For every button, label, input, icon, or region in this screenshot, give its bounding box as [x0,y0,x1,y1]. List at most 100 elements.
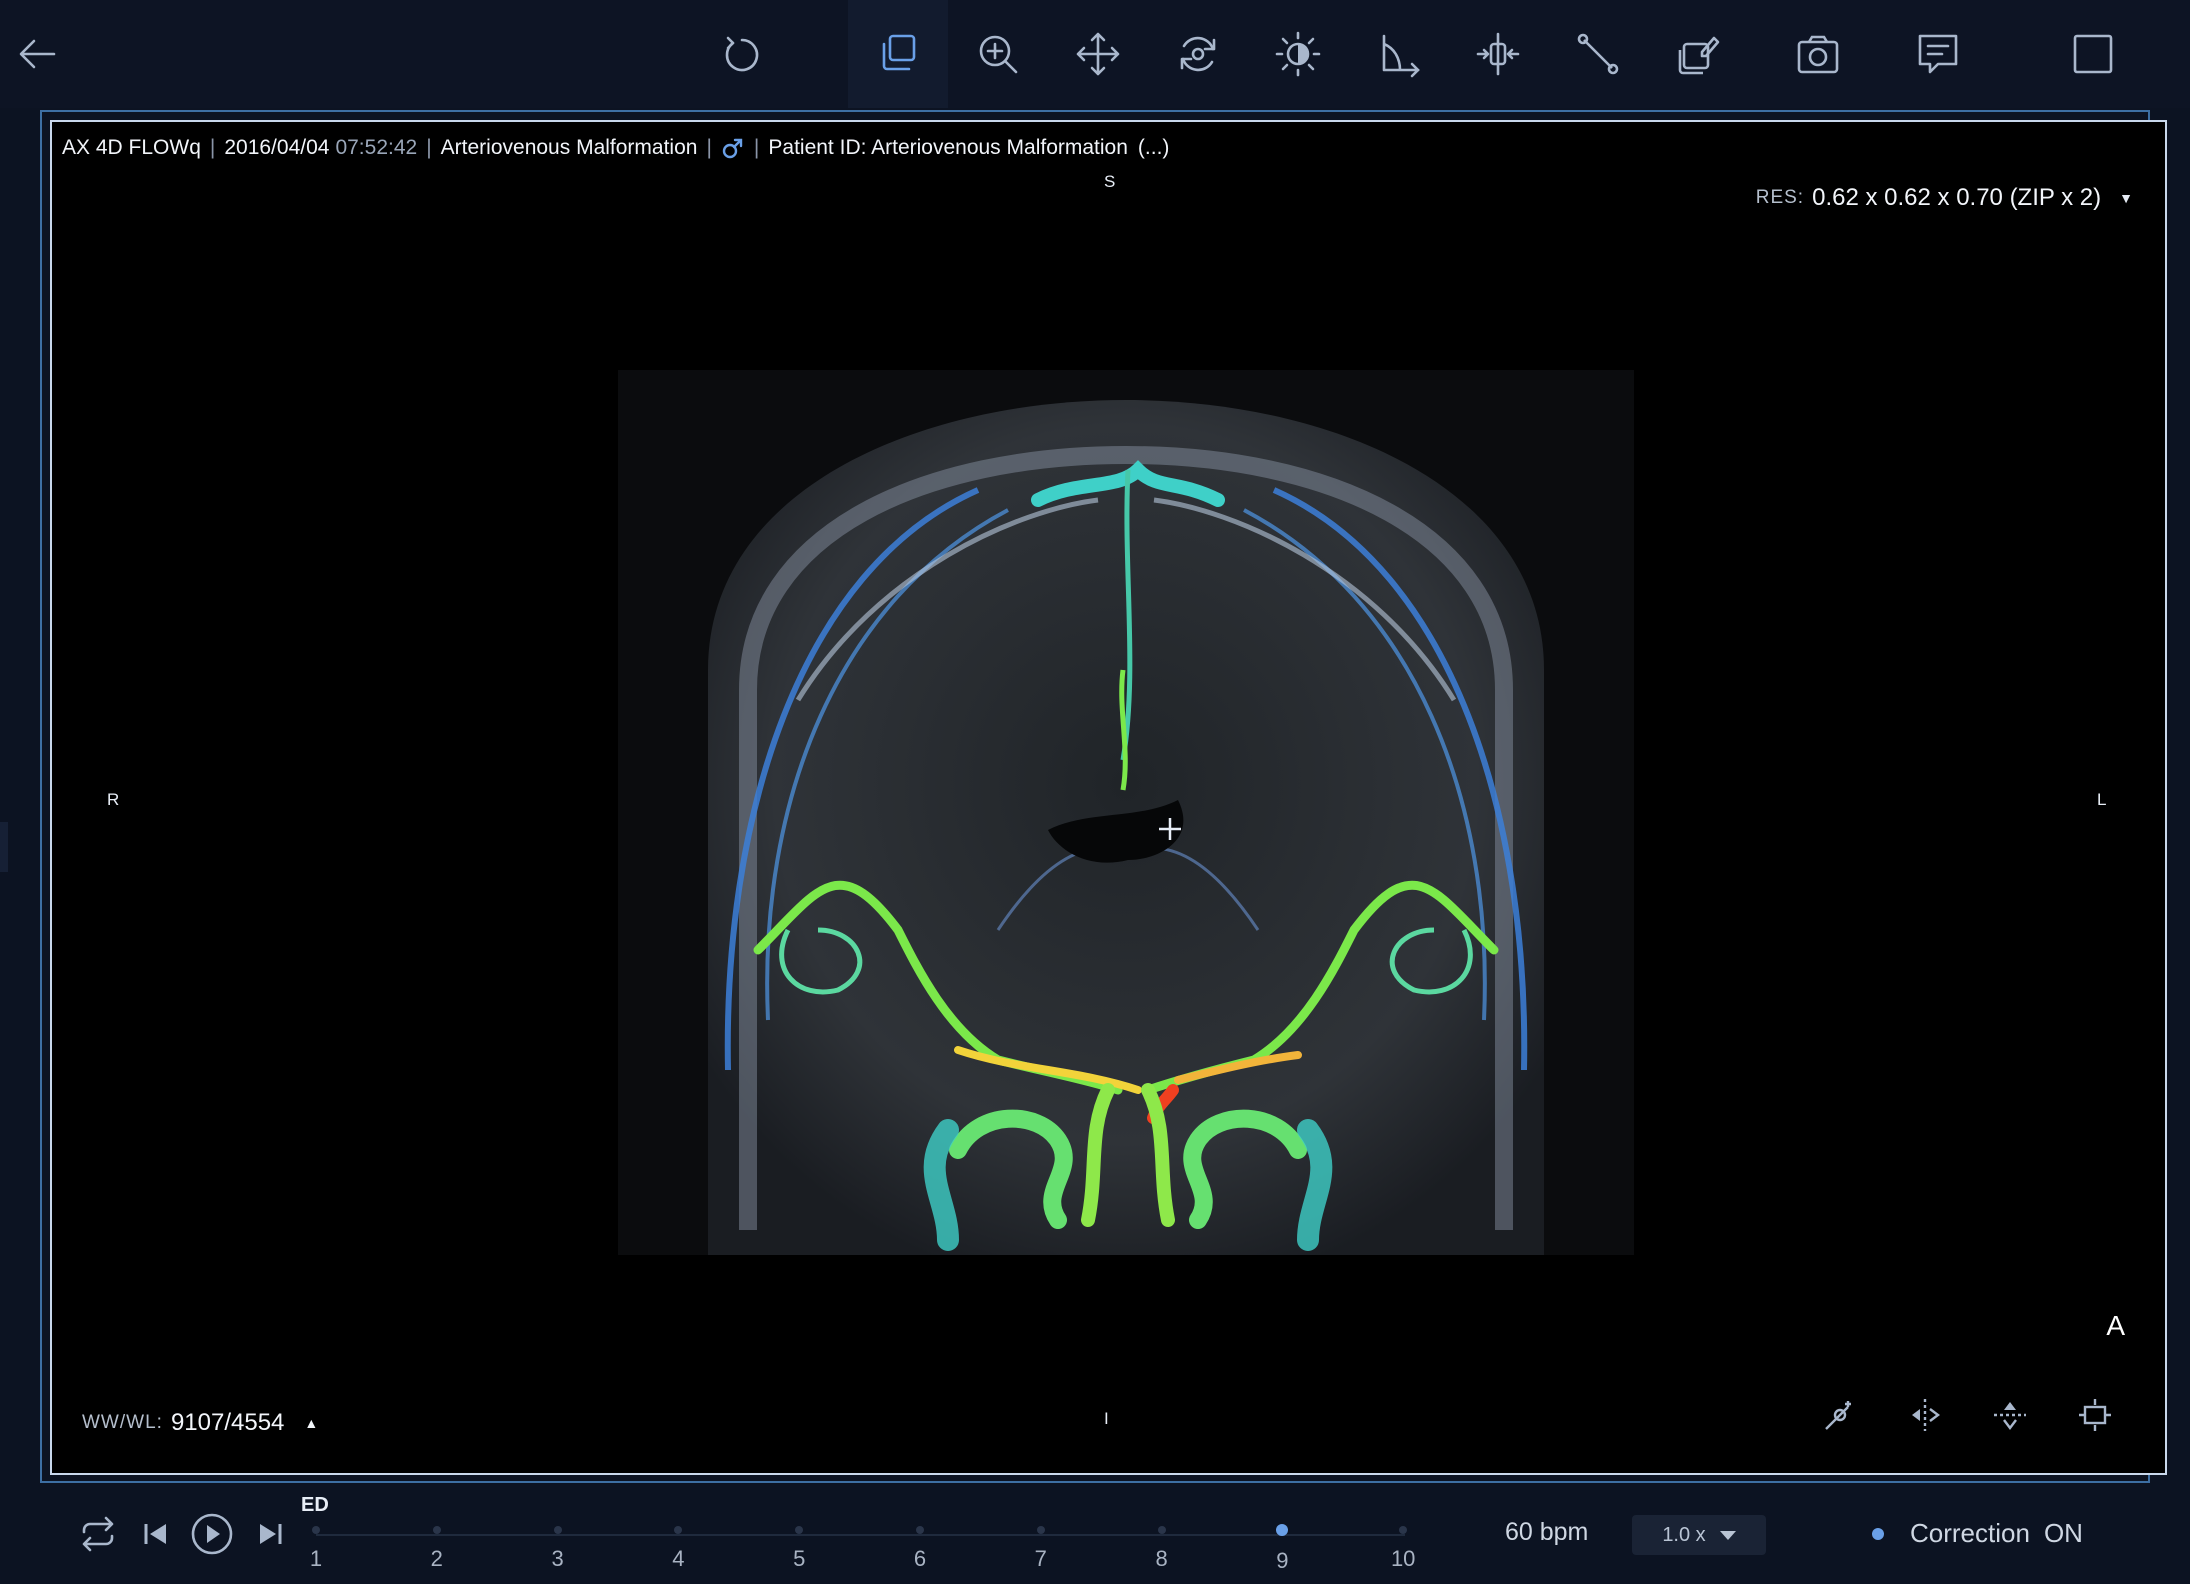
layout-square-icon [2073,34,2113,74]
frame-marker[interactable]: 10 [1383,1526,1423,1572]
side-panel-handle[interactable] [0,822,8,872]
frame-marker[interactable]: 5 [779,1526,819,1572]
comment-icon [1918,34,1958,74]
frame-marker[interactable]: 3 [538,1526,578,1572]
orientation-bottom: I [1104,1409,1109,1428]
frame-dot [916,1526,924,1534]
angle-button[interactable] [1348,0,1448,108]
flip-horizontal-button[interactable] [1897,1387,1953,1443]
copy-stack-button[interactable] [848,0,948,108]
pan-button[interactable] [1048,0,1148,108]
resolution-selector[interactable]: RES: 0.62 x 0.62 x 0.70 (ZIP x 2) ▼ [1756,184,2133,212]
frame-track[interactable] [316,1534,1405,1536]
series-name: AX 4D FLOWq [62,136,201,159]
brightness-icon [1275,31,1321,77]
speed-selector[interactable]: 1.0 x [1632,1515,1766,1555]
pan-icon [1076,32,1120,76]
flip-vertical-icon [1994,1402,2026,1430]
measure-line-icon [1577,33,1619,75]
orientation-corner: A [2106,1310,2125,1341]
orientation-left: R [107,790,120,809]
dropdown-caret-icon: ▼ [2119,190,2133,206]
frame-dot [674,1526,683,1534]
image-viewport[interactable]: AX 4D FLOWq | 2016/04/04 07:52:42 | Arte… [50,120,2167,1475]
previous-frame-button[interactable] [130,1504,182,1564]
correction-label: Correction [1910,1518,2030,1548]
chevron-down-icon [1719,1530,1736,1540]
frame-marker[interactable]: 6 [900,1526,940,1572]
play-icon [191,1513,233,1555]
frame-marker[interactable]: 7 [1021,1526,1061,1572]
fit-view-button[interactable] [2067,1387,2123,1443]
patient-id: Patient ID: Arteriovenous Malformation [768,136,1128,159]
frame-number: 3 [551,1546,564,1571]
probe-icon [1825,1401,1851,1430]
speed-value: 1.0 x [1662,1523,1706,1546]
frame-number: 5 [793,1546,806,1571]
measure-button[interactable] [1548,0,1648,108]
orientation-top: S [1104,172,1116,191]
skip-back-icon [144,1524,166,1544]
layout-button[interactable] [2043,0,2143,108]
correction-toggle[interactable]: Correction ON [1872,1518,2083,1549]
male-icon [722,138,743,159]
frame-dot [432,1526,441,1534]
loop-button[interactable] [72,1504,124,1564]
comment-button[interactable] [1888,0,1988,108]
copy-stack-icon [882,34,916,71]
correction-state: ON [2043,1518,2083,1548]
brightness-button[interactable] [1248,0,1348,108]
frame-number: 2 [430,1546,443,1571]
split-icon [1476,32,1520,76]
reset-icon [725,36,759,72]
frame-number: 1 [309,1546,323,1571]
flip-vertical-button[interactable] [1982,1387,2038,1443]
study-description: Arteriovenous Malformation [440,136,698,159]
caret-up-icon: ▲ [304,1415,319,1431]
frame-dot [1399,1526,1408,1534]
next-frame-button[interactable] [244,1504,296,1564]
series-info-bar: AX 4D FLOWq | 2016/04/04 07:52:42 | Arte… [62,136,1170,160]
frame-marker[interactable]: 4 [658,1526,698,1572]
frame-marker[interactable]: 2 [417,1526,457,1572]
back-arrow-icon [19,39,56,69]
angiography-render[interactable] [618,370,1634,1255]
flip-horizontal-icon [1912,1399,1940,1431]
orientation-right: L [2097,790,2107,809]
zoom-button[interactable] [948,0,1048,108]
play-button[interactable] [186,1504,238,1564]
camera-icon [1797,35,1839,74]
study-date: 2016/04/04 [224,136,330,159]
frame-dot [312,1526,320,1534]
back-button[interactable] [0,0,88,108]
loop-icon [82,1516,114,1552]
window-level-value: 9107/4554 [170,1409,285,1436]
frame-number: 9 [1276,1548,1289,1573]
frame-marker[interactable]: 8 [1142,1526,1182,1572]
phase-label: ED [301,1494,329,1516]
layers-edit-button[interactable] [1648,0,1748,108]
resolution-label: RES: [1755,187,1805,208]
frame-marker[interactable]: 1 [296,1526,336,1572]
probe-button[interactable] [1812,1387,1868,1443]
split-button[interactable] [1448,0,1548,108]
study-time: 07:52:42 [335,136,418,159]
angle-icon [1382,34,1420,78]
window-level-selector[interactable]: WW/WL: 9107/4554 ▲ [82,1409,318,1437]
frame-number: 4 [672,1546,685,1571]
reset-button[interactable] [692,0,792,108]
main-toolbar [0,0,2190,108]
frame-number: 6 [913,1546,927,1571]
heart-rate: 60 bpm [1505,1518,1589,1546]
more-info-button[interactable]: (...) [1138,136,1170,160]
fit-view-icon [2079,1399,2111,1431]
rotate-3d-button[interactable] [1148,0,1248,108]
window-level-label: WW/WL: [82,1412,163,1433]
snapshot-button[interactable] [1768,0,1868,108]
resolution-value: 0.62 x 0.62 x 0.70 (ZIP x 2) [1812,184,2102,211]
frame-number: 10 [1390,1546,1416,1571]
frame-number: 7 [1034,1546,1047,1571]
skip-forward-icon [260,1524,282,1544]
frame-marker[interactable]: 9 [1262,1524,1302,1574]
frame-dot [795,1526,804,1534]
